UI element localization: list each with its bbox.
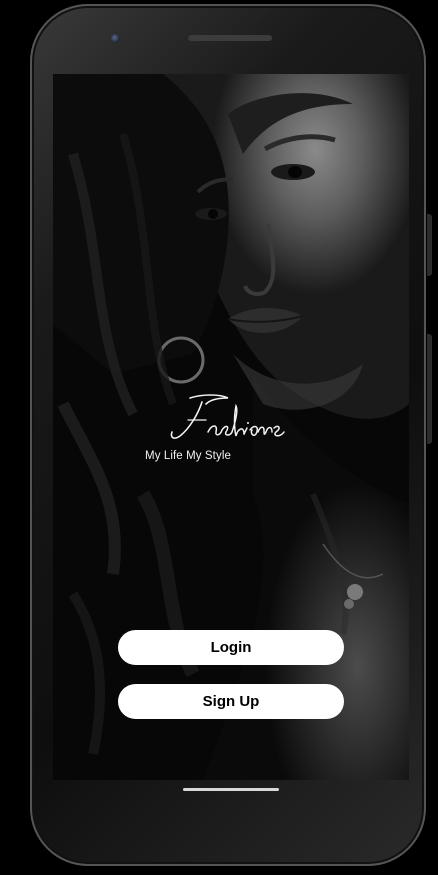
brand-tagline: My Life My Style bbox=[145, 450, 231, 462]
power-button bbox=[427, 214, 432, 276]
sign-up-button[interactable]: Sign Up bbox=[118, 684, 344, 719]
fashions-wordmark-logo bbox=[170, 394, 285, 439]
volume-button bbox=[427, 334, 432, 444]
login-button[interactable]: Login bbox=[118, 630, 344, 665]
app-screen: Fashions My Life My Style Login Sign Up bbox=[53, 74, 409, 780]
home-indicator[interactable] bbox=[183, 788, 279, 791]
earpiece-speaker bbox=[188, 35, 272, 41]
front-camera-icon bbox=[111, 34, 120, 43]
